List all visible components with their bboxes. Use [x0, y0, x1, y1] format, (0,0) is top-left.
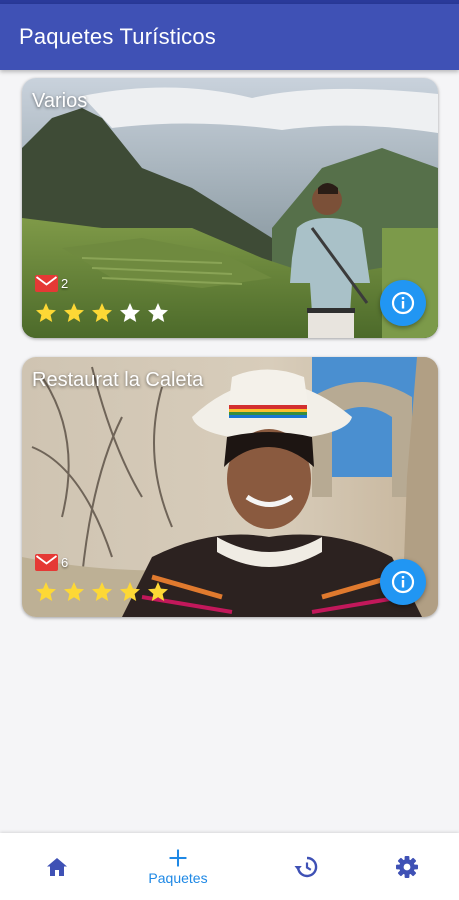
messages-indicator: 2 — [35, 275, 68, 292]
package-photo-woman-hat — [22, 357, 438, 617]
nav-item-settings[interactable] — [350, 833, 459, 900]
rating-stars — [34, 301, 174, 325]
rating-stars — [34, 580, 174, 604]
home-icon — [47, 857, 67, 876]
mail-icon — [35, 275, 58, 292]
messages-count: 2 — [61, 276, 69, 291]
star-filled-icon — [64, 582, 84, 601]
nav-item-history[interactable] — [249, 833, 363, 900]
star-filled-icon — [92, 582, 112, 601]
info-button[interactable] — [380, 280, 426, 326]
star-filled-icon — [120, 582, 140, 601]
package-title: Restaurat la Caleta — [32, 369, 204, 391]
package-photo-machu-picchu — [22, 78, 438, 338]
history-icon — [294, 856, 318, 877]
package-card[interactable]: Varios 2 — [22, 78, 438, 338]
nav-item-paquetes[interactable]: Paquetes — [121, 833, 235, 900]
star-filled-icon — [64, 303, 84, 322]
nav-item-label: Paquetes — [148, 870, 208, 886]
info-icon — [391, 291, 415, 315]
gear-icon — [396, 855, 418, 878]
bottom-navigation: Paquetes — [0, 833, 459, 900]
mail-icon — [35, 554, 58, 571]
star-empty-icon — [120, 303, 140, 322]
messages-count: 6 — [61, 555, 69, 570]
star-filled-icon — [36, 582, 56, 601]
nav-item-home[interactable] — [0, 833, 114, 900]
star-filled-icon — [92, 303, 112, 322]
info-icon — [391, 570, 415, 594]
star-filled-icon — [148, 582, 168, 601]
app-bar: Paquetes Turísticos — [0, 4, 459, 70]
messages-indicator: 6 — [35, 554, 68, 571]
package-title: Varios — [32, 90, 88, 112]
star-filled-icon — [36, 303, 56, 322]
star-empty-icon — [148, 303, 168, 322]
info-button[interactable] — [380, 559, 426, 605]
page-title: Paquetes Turísticos — [19, 24, 217, 49]
package-card[interactable]: Restaurat la Caleta 6 — [22, 357, 438, 617]
plus-icon — [169, 849, 187, 867]
